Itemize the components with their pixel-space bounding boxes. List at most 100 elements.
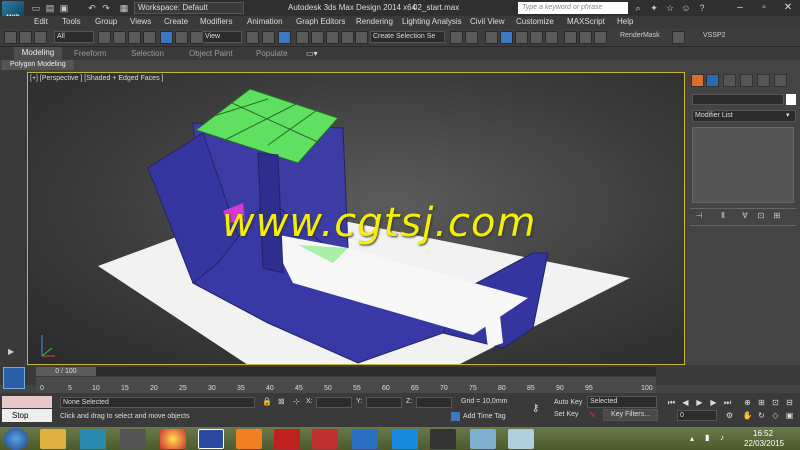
tab-selection[interactable]: Selection <box>131 48 164 59</box>
modifier-stack[interactable] <box>692 127 794 203</box>
render-mask-label[interactable]: RenderMask <box>620 32 660 39</box>
clock-date[interactable]: 22/03/2015 <box>744 439 784 448</box>
window-crossing-icon[interactable] <box>143 31 156 44</box>
menu-views[interactable]: Views <box>130 17 151 27</box>
app-window-icon[interactable] <box>198 429 224 449</box>
zoom-extents-all-icon[interactable]: ⊟ <box>784 397 795 408</box>
maximize-viewport-icon[interactable]: ▣ <box>784 410 795 421</box>
field-of-view-icon[interactable]: ◇ <box>770 410 781 421</box>
display-icon[interactable] <box>757 74 770 87</box>
y-coordinate-field[interactable] <box>366 397 402 408</box>
transform-mode-icon[interactable]: ⊹ <box>293 397 300 406</box>
show-end-result-icon[interactable]: Ⅱ <box>718 211 728 221</box>
next-frame-icon[interactable]: ▶ <box>708 397 719 408</box>
vssp2-label[interactable]: VSSP2 <box>703 32 726 39</box>
help-icon[interactable]: ? <box>696 2 708 14</box>
zoom-extents-icon[interactable]: ⊡ <box>770 397 781 408</box>
named-selection-dropdown[interactable]: Create Selection Se <box>370 31 445 43</box>
creative-cloud-icon[interactable] <box>274 429 300 449</box>
select-manipulate-icon[interactable] <box>262 31 275 44</box>
time-tag-icon[interactable] <box>451 412 460 421</box>
key-icon[interactable]: ⚷ <box>532 403 539 414</box>
ribbon-options-icon[interactable]: ▭▾ <box>306 48 318 59</box>
polygon-modeling-panel[interactable]: Polygon Modeling <box>2 60 74 70</box>
percent-snap-icon[interactable] <box>326 31 339 44</box>
utilities-icon[interactable] <box>774 74 787 87</box>
unlink-icon[interactable] <box>34 31 47 44</box>
clock-time[interactable]: 16:52 <box>753 429 773 438</box>
current-frame-field[interactable]: 0 <box>677 410 717 421</box>
menu-help[interactable]: Help <box>617 17 633 27</box>
region-select-icon[interactable] <box>128 31 141 44</box>
tab-populate[interactable]: Populate <box>256 48 288 59</box>
plugin-icon[interactable] <box>672 31 685 44</box>
mirror-icon[interactable] <box>450 31 463 44</box>
spinner-snap-icon[interactable] <box>341 31 354 44</box>
snap-icon[interactable] <box>296 31 309 44</box>
zoom-all-icon[interactable]: ⊞ <box>756 397 767 408</box>
minimize-icon[interactable]: – <box>728 0 752 15</box>
tab-object-paint[interactable]: Object Paint <box>189 48 233 59</box>
hierarchy-icon[interactable] <box>723 74 736 87</box>
object-color-swatch[interactable] <box>786 94 796 105</box>
search-input[interactable]: Type a keyword or phrase <box>518 2 628 14</box>
modifier-list-dropdown[interactable]: Modifier List <box>692 110 796 122</box>
undo-tool-icon[interactable] <box>4 31 17 44</box>
skype-icon[interactable] <box>392 429 418 449</box>
link-icon[interactable] <box>19 31 32 44</box>
key-filters-button[interactable]: Key Filters... <box>603 409 658 421</box>
menu-animation[interactable]: Animation <box>247 17 283 27</box>
reference-coordinate-dropdown[interactable]: View <box>202 31 242 43</box>
material-editor-icon[interactable] <box>545 31 558 44</box>
move-icon[interactable] <box>160 31 173 44</box>
photos-icon[interactable] <box>470 429 496 449</box>
menu-create[interactable]: Create <box>164 17 188 27</box>
start-button[interactable] <box>4 428 28 450</box>
layer-manager-icon[interactable] <box>485 31 498 44</box>
menu-tools[interactable]: Tools <box>62 17 81 27</box>
configure-sets-icon[interactable]: ⊞ <box>772 211 782 221</box>
pivot-icon[interactable] <box>246 31 259 44</box>
key-set-dropdown[interactable]: Selected <box>587 396 657 408</box>
pan-icon[interactable]: ✋ <box>742 410 753 421</box>
new-icon[interactable]: ▭ <box>30 2 42 14</box>
menu-civil-view[interactable]: Civil View <box>470 17 505 27</box>
align-icon[interactable] <box>465 31 478 44</box>
play-icon[interactable]: ▶ <box>694 397 705 408</box>
curve-editor-icon[interactable] <box>515 31 528 44</box>
stop-button[interactable]: Stop <box>2 409 52 422</box>
time-slider[interactable] <box>36 367 656 376</box>
menu-modifiers[interactable]: Modifiers <box>200 17 232 27</box>
auto-key-button[interactable]: Auto Key <box>554 397 584 408</box>
orbit-icon[interactable]: ↻ <box>756 410 767 421</box>
add-time-tag-button[interactable]: Add Time Tag <box>463 413 506 420</box>
schematic-view-icon[interactable] <box>530 31 543 44</box>
render-teapot-icon[interactable] <box>594 31 607 44</box>
network-icon[interactable]: ▮ <box>705 433 709 442</box>
menu-maxscript[interactable]: MAXScript <box>567 17 605 27</box>
time-slider-thumb[interactable]: 0 / 100 <box>36 367 96 376</box>
explorer-icon[interactable] <box>40 429 66 449</box>
undo-icon[interactable]: ↶ <box>86 2 98 14</box>
search-icon[interactable]: ⌕ <box>632 2 644 14</box>
object-name-field[interactable] <box>692 94 784 105</box>
menu-customize[interactable]: Customize <box>516 17 554 27</box>
select-icon[interactable] <box>98 31 111 44</box>
media-icon[interactable] <box>430 429 456 449</box>
make-unique-icon[interactable]: ∀ <box>740 211 750 221</box>
select-by-name-icon[interactable] <box>113 31 126 44</box>
tab-modeling[interactable]: Modeling <box>14 47 62 60</box>
open-icon[interactable]: ▤ <box>44 2 56 14</box>
render-setup-icon[interactable] <box>564 31 577 44</box>
previous-frame-icon[interactable]: ◀ <box>680 397 691 408</box>
user-icon[interactable]: ☺ <box>680 2 692 14</box>
menu-edit[interactable]: Edit <box>34 17 48 27</box>
motion-icon[interactable] <box>740 74 753 87</box>
keyboard-shortcut-icon[interactable] <box>278 31 291 44</box>
zoom-icon[interactable]: ⊕ <box>742 397 753 408</box>
teamviewer-icon[interactable] <box>352 429 378 449</box>
pdf-icon[interactable] <box>120 429 146 449</box>
x-coordinate-field[interactable] <box>316 397 352 408</box>
hold-icon[interactable]: ▦ <box>118 2 130 14</box>
chevron-down-icon[interactable]: ▾ <box>786 111 790 119</box>
